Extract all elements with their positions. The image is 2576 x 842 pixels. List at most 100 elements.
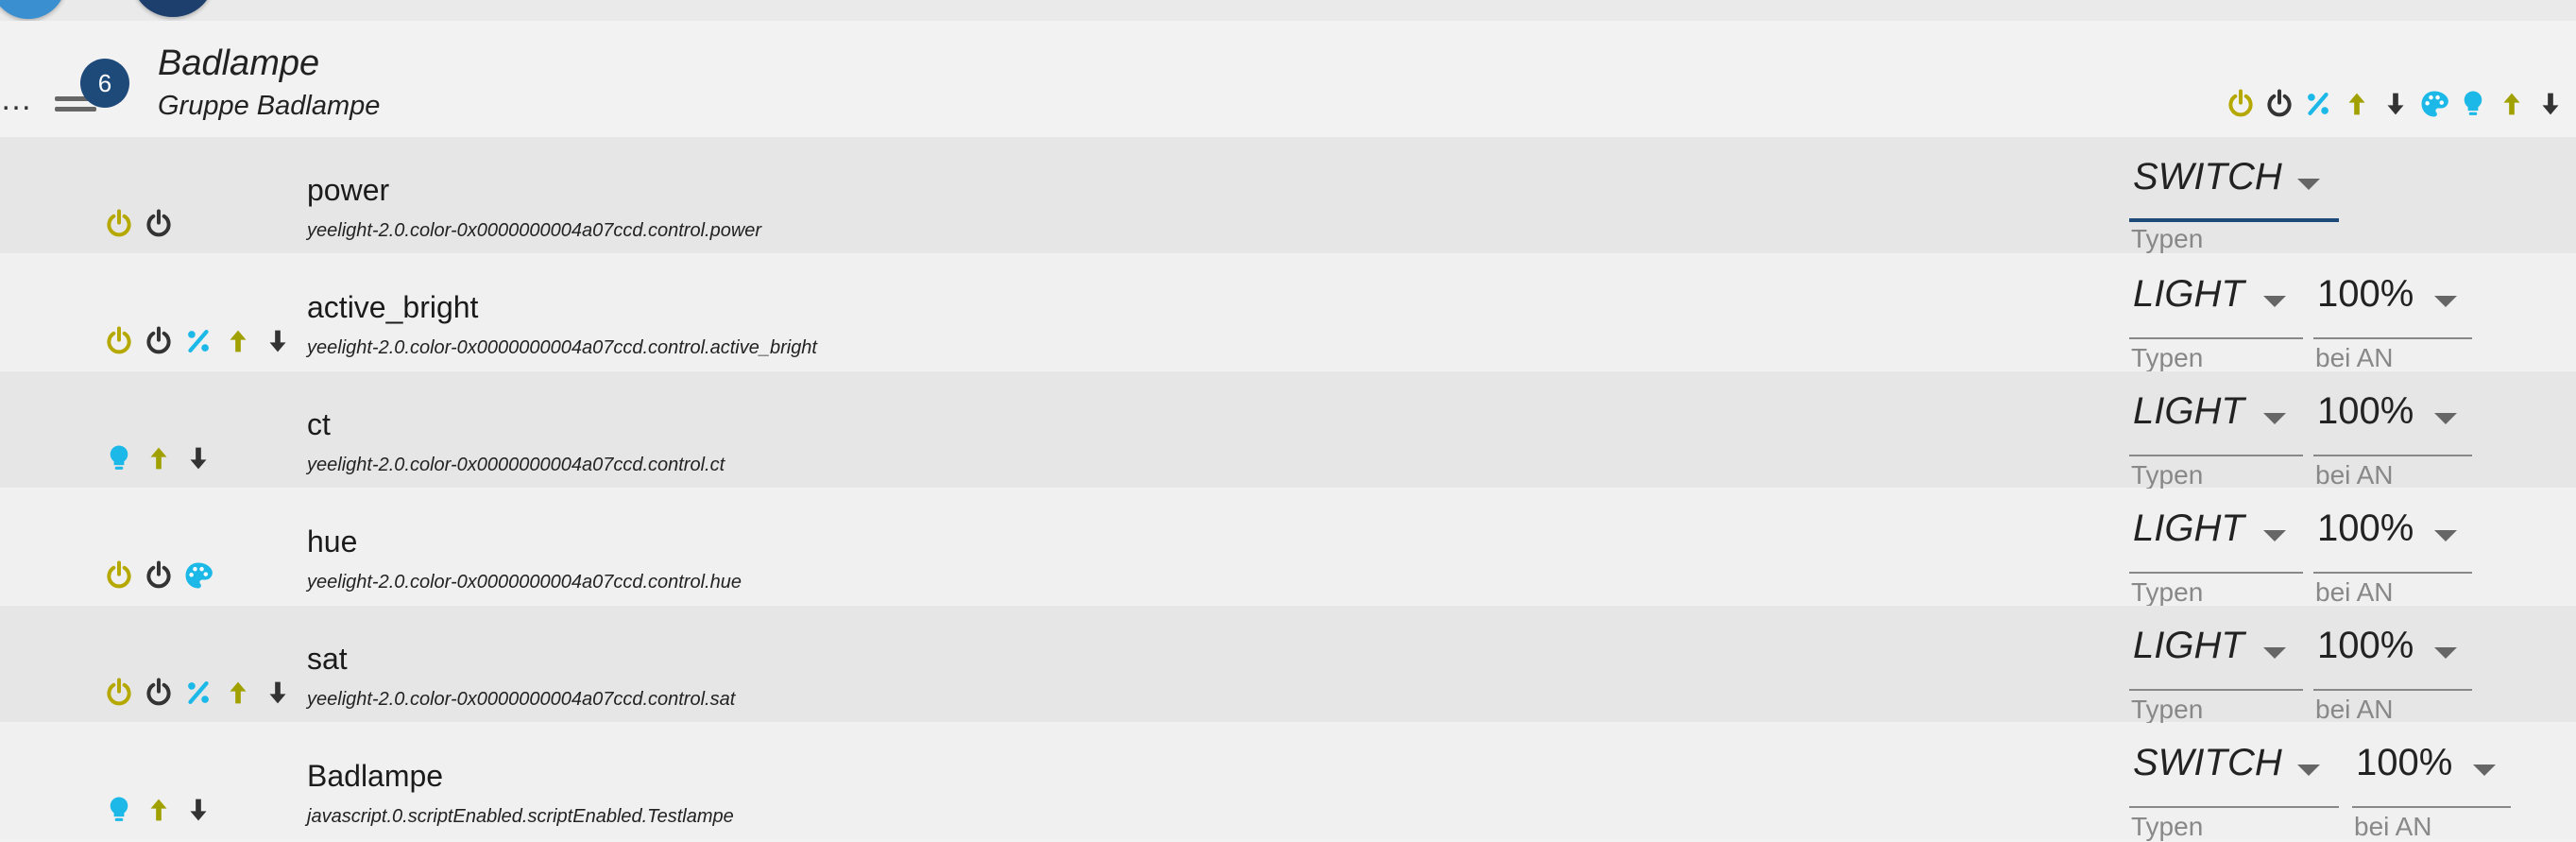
row-capability-icons [102, 558, 215, 593]
power-on-icon [2224, 87, 2258, 121]
chevron-down-icon [2263, 530, 2286, 541]
lightbulb-icon [102, 441, 136, 475]
power-off-icon [142, 324, 176, 358]
palette-icon [2417, 87, 2451, 121]
chevron-down-icon [2297, 765, 2320, 776]
type-select-value: LIGHT [2133, 625, 2244, 666]
type-select-label: Typen [2131, 460, 2204, 490]
power-on-icon [102, 558, 136, 593]
type-select-label: Typen [2131, 343, 2204, 372]
arrow-up-icon [2495, 87, 2529, 121]
power-on-icon [102, 207, 136, 241]
device-row[interactable]: active_bright yeelight-2.0.color-0x000000… [0, 254, 2576, 372]
type-select[interactable]: SWITCH Typen [2129, 736, 2339, 841]
row-name: ct [307, 407, 331, 441]
chevron-down-icon [2473, 765, 2496, 776]
device-row[interactable]: power yeelight-2.0.color-0x0000000004a07c… [0, 137, 2576, 253]
arrow-down-icon [181, 793, 215, 827]
type-select-value: SWITCH [2133, 742, 2282, 783]
type-select[interactable]: LIGHT Typen [2129, 619, 2303, 724]
row-capability-icons [102, 676, 295, 710]
row-object-id: yeelight-2.0.color-0x0000000004a07ccd.co… [307, 455, 725, 475]
lightbulb-icon [102, 793, 136, 827]
arrow-down-icon [181, 441, 215, 475]
row-name: Badlampe [307, 759, 444, 793]
chevron-down-icon [2297, 179, 2320, 190]
chevron-down-icon [2434, 647, 2457, 659]
level-select[interactable]: 100% bei AN [2352, 736, 2511, 841]
row-capability-icons [102, 441, 215, 475]
count-badge: 6 [80, 59, 129, 108]
level-select[interactable]: 100% bei AN [2313, 385, 2472, 490]
row-object-id: yeelight-2.0.color-0x0000000004a07ccd.co… [307, 337, 817, 358]
type-select[interactable]: SWITCH Typen [2129, 150, 2339, 253]
arrow-up-icon [221, 324, 255, 358]
top-strip [0, 0, 2576, 21]
row-name: power [307, 173, 390, 207]
power-off-icon [142, 207, 176, 241]
power-off-icon [142, 558, 176, 593]
arrow-down-icon [261, 676, 295, 710]
level-select-value: 100% [2317, 625, 2414, 666]
level-select-value: 100% [2317, 507, 2414, 549]
level-select-value: 100% [2317, 273, 2414, 315]
row-name: sat [307, 642, 348, 676]
group-title: Badlampe [158, 43, 320, 83]
row-capability-icons [102, 793, 215, 827]
level-select-label: bei AN [2315, 695, 2394, 724]
type-select-label: Typen [2131, 695, 2204, 724]
group-header: … 6 Badlampe Gruppe Badlampe [0, 21, 2576, 134]
level-select[interactable]: 100% bei AN [2313, 619, 2472, 724]
type-select-value: SWITCH [2133, 156, 2282, 198]
device-row[interactable]: hue yeelight-2.0.color-0x0000000004a07ccd… [0, 489, 2576, 607]
device-row[interactable]: ct yeelight-2.0.color-0x0000000004a07ccd.… [0, 371, 2576, 490]
level-select[interactable]: 100% bei AN [2313, 502, 2472, 607]
row-capability-icons [102, 324, 295, 358]
row-object-id: javascript.0.scriptEnabled.scriptEnabled… [307, 806, 734, 827]
row-name: hue [307, 524, 358, 558]
arrow-up-icon [142, 441, 176, 475]
chevron-down-icon [2263, 413, 2286, 424]
type-select[interactable]: LIGHT Typen [2129, 502, 2303, 607]
palette-icon [181, 558, 215, 593]
level-select[interactable]: 100% bei AN [2313, 267, 2472, 372]
percent-icon [181, 324, 215, 358]
arrow-up-icon [2340, 87, 2374, 121]
row-object-id: yeelight-2.0.color-0x0000000004a07ccd.co… [307, 689, 736, 710]
type-select-label: Typen [2131, 577, 2204, 607]
chevron-down-icon [2263, 647, 2286, 659]
chevron-down-icon [2434, 530, 2457, 541]
device-row[interactable]: Badlampe javascript.0.scriptEnabled.scrip… [0, 723, 2576, 841]
level-select-value: 100% [2317, 390, 2414, 432]
level-select-value: 100% [2356, 742, 2453, 783]
group-capability-icons [2224, 87, 2567, 121]
row-object-id: yeelight-2.0.color-0x0000000004a07ccd.co… [307, 572, 742, 593]
type-select-value: LIGHT [2133, 273, 2244, 315]
type-select[interactable]: LIGHT Typen [2129, 385, 2303, 490]
level-select-label: bei AN [2354, 812, 2432, 841]
type-select-label: Typen [2131, 812, 2204, 841]
percent-icon [181, 676, 215, 710]
chevron-down-icon [2263, 296, 2286, 307]
type-select-value: LIGHT [2133, 390, 2244, 432]
arrow-up-icon [221, 676, 255, 710]
power-on-icon [102, 324, 136, 358]
row-name: active_bright [307, 290, 479, 324]
row-capability-icons [102, 207, 176, 241]
power-off-icon [142, 676, 176, 710]
chevron-down-icon [2434, 296, 2457, 307]
chevron-down-icon [2434, 413, 2457, 424]
device-row[interactable]: sat yeelight-2.0.color-0x0000000004a07ccd… [0, 606, 2576, 724]
arrow-up-icon [142, 793, 176, 827]
arrow-down-icon [261, 324, 295, 358]
power-off-icon [2262, 87, 2296, 121]
type-select-label: Typen [2131, 224, 2204, 253]
type-select-value: LIGHT [2133, 507, 2244, 549]
percent-icon [2301, 87, 2335, 121]
truncated-edge-text: … [0, 81, 32, 117]
row-object-id: yeelight-2.0.color-0x0000000004a07ccd.co… [307, 220, 762, 241]
level-select-label: bei AN [2315, 343, 2394, 372]
lightbulb-icon [2456, 87, 2490, 121]
type-select[interactable]: LIGHT Typen [2129, 267, 2303, 372]
level-select-label: bei AN [2315, 460, 2394, 490]
